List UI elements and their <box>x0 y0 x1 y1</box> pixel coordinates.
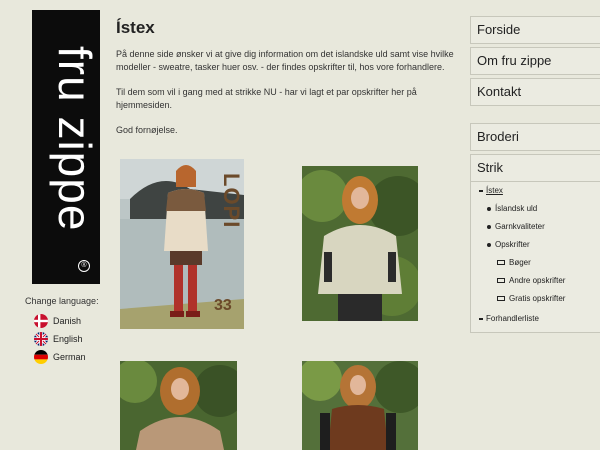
language-option-danish[interactable]: Danish <box>34 312 99 330</box>
nav-item-label: Andre opskrifter <box>509 276 566 285</box>
nav-item-islandsk-uld[interactable]: Íslandsk uld <box>471 200 600 218</box>
nav-item-gratis-opskrifter[interactable]: Gratis opskrifter <box>471 290 600 308</box>
language-option-german[interactable]: German <box>34 348 99 366</box>
brown-top-photo[interactable] <box>302 361 418 450</box>
cover-brand: LOPI <box>219 173 244 229</box>
nav-item-istex[interactable]: Ístex <box>471 182 600 200</box>
language-label: Danish <box>53 316 82 326</box>
nav-item-label: Bøger <box>509 258 531 267</box>
nav-item-opskrifter[interactable]: Opskrifter <box>471 236 600 254</box>
nav-item-label: Garnkvaliteter <box>495 222 545 231</box>
nav-item-andre-opskrifter[interactable]: Andre opskrifter <box>471 272 600 290</box>
dash-bullet-icon <box>479 317 483 320</box>
dot-bullet-icon <box>487 224 491 229</box>
box-bullet-icon <box>497 260 505 266</box>
main-content: Ístex På denne side ønsker vi at give di… <box>116 0 461 150</box>
germany-flag-icon <box>34 350 48 364</box>
nav-item-label: Íslandsk uld <box>495 204 538 213</box>
language-title: Change language: <box>25 296 99 306</box>
registered-mark-icon: ® <box>78 260 90 272</box>
nav-item-label: Forhandlerliste <box>486 314 539 323</box>
nav-item-kontakt[interactable]: Kontakt <box>470 78 600 106</box>
page-title: Ístex <box>116 18 155 37</box>
language-label: English <box>53 334 83 344</box>
dot-bullet-icon <box>487 242 491 247</box>
nav-item-forhandlerliste[interactable]: Forhandlerliste <box>471 310 600 328</box>
main-navigation: Forside Om fru zippe Kontakt Broderi Str… <box>470 16 600 333</box>
nav-item-label: Opskrifter <box>495 240 530 249</box>
nav-item-strik[interactable]: Strik <box>471 155 600 182</box>
site-logo[interactable]: fru zippe ® <box>32 10 101 284</box>
uk-flag-icon <box>34 332 48 346</box>
nav-item-broderi[interactable]: Broderi <box>470 123 600 151</box>
intro-paragraph: På denne side ønsker vi at give dig info… <box>116 49 454 72</box>
cover-issue: 33 <box>214 297 232 314</box>
nav-item-garnkvaliteter[interactable]: Garnkvaliteter <box>471 218 600 236</box>
nav-section-strik: Strik Ístex Íslandsk uld Garnkvaliteter … <box>470 154 600 333</box>
nav-item-om-fru-zippe[interactable]: Om fru zippe <box>470 47 600 75</box>
language-label: German <box>53 352 86 362</box>
box-bullet-icon <box>497 278 505 284</box>
nav-item-istex-label: Ístex <box>486 186 503 195</box>
poncho-photo[interactable] <box>302 166 418 321</box>
language-option-english[interactable]: English <box>34 330 99 348</box>
nav-item-label: Gratis opskrifter <box>509 294 566 303</box>
beige-sweater-photo[interactable] <box>120 361 237 450</box>
greeting-paragraph: God fornøjelse. <box>116 125 178 135</box>
nav-item-forside[interactable]: Forside <box>470 16 600 44</box>
dash-bullet-icon <box>479 189 483 192</box>
dot-bullet-icon <box>487 206 491 211</box>
recipes-paragraph: Til dem som vil i gang med at strikke NU… <box>116 87 417 110</box>
nav-item-boger[interactable]: Bøger <box>471 254 600 272</box>
lopi-cover-image[interactable]: LOPI 33 <box>120 159 244 329</box>
logo-text: fru zippe <box>49 46 101 232</box>
language-selector: Change language: Danish English German <box>25 296 99 366</box>
box-bullet-icon <box>497 296 505 302</box>
denmark-flag-icon <box>34 314 48 328</box>
